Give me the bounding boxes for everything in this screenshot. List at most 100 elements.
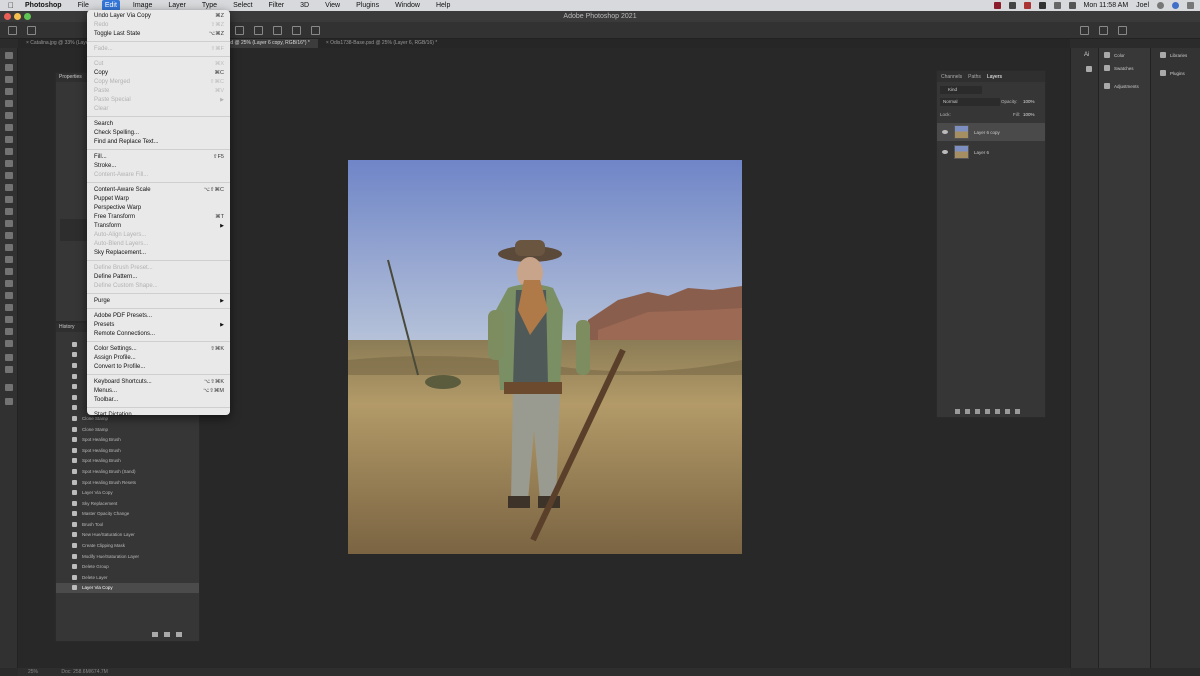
distribute-icon[interactable] [311, 25, 320, 35]
snapshot-icon[interactable] [152, 632, 158, 637]
layer-row[interactable]: Layer 6 copy [937, 123, 1045, 141]
menu-item[interactable]: Toolbar... [87, 395, 230, 404]
search-icon[interactable] [1157, 2, 1164, 9]
menu-item[interactable]: Perspective Warp [87, 203, 230, 212]
tool-icon[interactable] [5, 160, 13, 167]
tool-icon[interactable] [5, 244, 13, 251]
trash-icon[interactable] [1015, 409, 1020, 414]
document-image[interactable] [348, 160, 742, 554]
tool-icon[interactable] [5, 232, 13, 239]
menu-item[interactable]: Keyboard Shortcuts... ⌥⇧⌘K [87, 377, 230, 386]
camera-icon[interactable] [164, 632, 170, 637]
tool-icon[interactable] [5, 64, 13, 71]
history-state[interactable]: New Hue/Saturation Layer [56, 530, 199, 541]
tool-icon[interactable] [5, 354, 13, 361]
color-swatch-icon[interactable] [5, 366, 13, 373]
tool-icon[interactable] [5, 316, 13, 323]
tab-channels[interactable]: Channels [941, 74, 962, 80]
tool-icon[interactable] [5, 124, 13, 131]
blend-mode-select[interactable]: Normal [940, 98, 1000, 106]
search-icon[interactable] [1080, 25, 1089, 35]
menu-view[interactable]: View [322, 0, 343, 11]
fill-field[interactable]: 100% [1023, 112, 1035, 117]
menu-item[interactable]: Define Pattern... [87, 272, 230, 281]
tool-icon[interactable] [5, 256, 13, 263]
history-state[interactable]: Spot Healing Brush [56, 445, 199, 456]
menu-item[interactable]: Free Transform ⌘T [87, 212, 230, 221]
apple-icon[interactable]:  [8, 1, 14, 10]
menu-item[interactable]: Transform ▶ [87, 221, 230, 230]
history-state[interactable]: Spot Healing Brush (Sand) [56, 466, 199, 477]
history-state[interactable]: Delete Layer [56, 572, 199, 583]
menu-app-photoshop[interactable]: Photoshop [22, 0, 65, 11]
layer-row[interactable]: Layer 6 [937, 143, 1045, 161]
tool-icon[interactable] [5, 172, 13, 179]
menu-filter[interactable]: Filter [266, 0, 288, 11]
menu-item[interactable]: Undo Layer Via Copy ⌘Z [87, 11, 230, 20]
share-icon[interactable] [1118, 25, 1127, 35]
clock[interactable]: Mon 11:58 AM [1084, 2, 1129, 9]
zoom-level[interactable]: 25% [28, 669, 38, 675]
menu-item[interactable]: Toggle Last State ⌥⌘Z [87, 29, 230, 38]
tab-layers[interactable]: Layers [987, 74, 1002, 80]
tool-icon[interactable] [5, 268, 13, 275]
menu-item[interactable]: Start Dictation... [87, 410, 230, 419]
filter-kind-select[interactable]: Kind [940, 86, 982, 94]
menu-plugins[interactable]: Plugins [353, 0, 382, 11]
tool-icon[interactable] [5, 112, 13, 119]
distribute-icon[interactable] [292, 25, 301, 35]
history-state[interactable]: Master Opacity Change [56, 509, 199, 520]
menu-item[interactable]: Stroke... [87, 161, 230, 170]
menu-help[interactable]: Help [433, 0, 453, 11]
opacity-field[interactable]: 100% [1023, 99, 1035, 104]
visibility-eye-icon[interactable] [942, 130, 948, 134]
move-tool-icon[interactable] [5, 52, 13, 59]
menu-window[interactable]: Window [392, 0, 423, 11]
close-window-icon[interactable] [4, 13, 11, 20]
dock-swatches[interactable]: Swatches [1104, 65, 1134, 71]
menu-item[interactable]: Presets ▶ [87, 320, 230, 329]
move-tool-icon[interactable] [27, 25, 36, 35]
tool-icon[interactable] [5, 136, 13, 143]
menu-3d[interactable]: 3D [297, 0, 312, 11]
dock-libraries[interactable]: Libraries [1160, 52, 1187, 58]
menu-item[interactable]: Adobe PDF Presets... [87, 311, 230, 320]
user-name[interactable]: Joel [1136, 2, 1149, 9]
siri-icon[interactable] [1172, 2, 1179, 9]
dock-color[interactable]: Color [1104, 52, 1125, 58]
menu-item[interactable]: Assign Profile... [87, 353, 230, 362]
tool-icon[interactable] [5, 208, 13, 215]
history-state[interactable]: Layer Via Copy [56, 487, 199, 498]
wifi-icon[interactable] [1068, 2, 1076, 9]
control-center-icon[interactable] [1187, 2, 1194, 9]
tool-icon[interactable] [5, 148, 13, 155]
menu-item[interactable]: Convert to Profile... [87, 362, 230, 371]
tool-icon[interactable] [5, 328, 13, 335]
tool-icon[interactable] [5, 398, 13, 405]
ai-icon[interactable]: Ai [1084, 52, 1089, 58]
visibility-eye-icon[interactable] [942, 150, 948, 154]
folder-icon[interactable] [995, 409, 1000, 414]
menu-select[interactable]: Select [230, 0, 255, 11]
menu-item[interactable]: Menus... ⌥⇧⌘M [87, 386, 230, 395]
tray-app-icon[interactable] [1008, 2, 1016, 9]
dock-plugins[interactable]: Plugins [1160, 70, 1185, 76]
history-state[interactable]: Create Clipping Mask [56, 540, 199, 551]
tool-icon[interactable] [5, 304, 13, 311]
zoom-window-icon[interactable] [24, 13, 31, 20]
tool-icon[interactable] [5, 100, 13, 107]
workspace-icon[interactable] [1099, 25, 1108, 35]
history-state[interactable]: Brush Tool [56, 519, 199, 530]
menu-item[interactable]: Remote Connections... [87, 329, 230, 338]
menu-item[interactable]: Check Spelling... [87, 128, 230, 137]
history-state[interactable]: Clone Stamp [56, 424, 199, 435]
tool-icon[interactable] [5, 280, 13, 287]
tool-icon[interactable] [5, 384, 13, 391]
tray-app-icon[interactable] [1038, 2, 1046, 9]
brush-icon[interactable] [1086, 66, 1092, 72]
menu-item[interactable]: Search [87, 119, 230, 128]
menu-item[interactable]: Content-Aware Scale ⌥⇧⌘C [87, 185, 230, 194]
menu-item[interactable]: Puppet Warp [87, 194, 230, 203]
history-state[interactable]: Sky Replacement [56, 498, 199, 509]
history-state[interactable]: Modify Hue/Saturation Layer [56, 551, 199, 562]
